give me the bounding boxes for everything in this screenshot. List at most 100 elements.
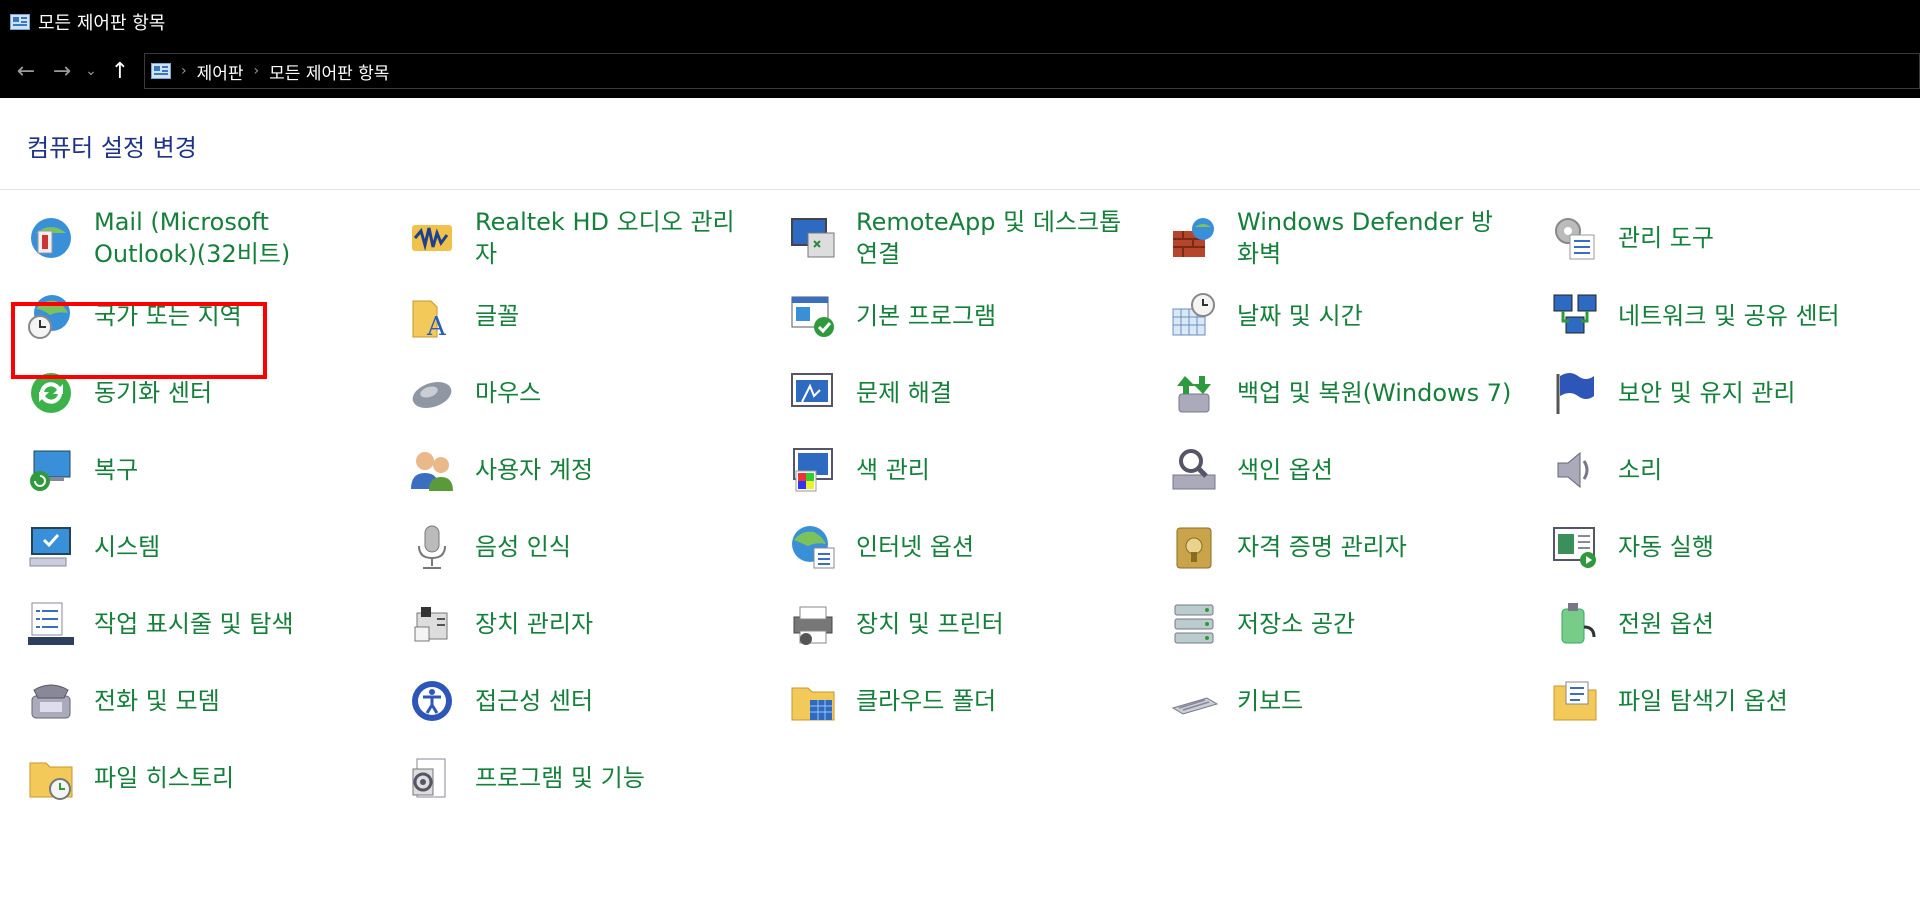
- address-bar: ← → ⌄ ↑ › 제어판 › 모든 제어판 항목: [0, 44, 1920, 98]
- user-accounts-icon: [407, 445, 457, 495]
- breadcrumb-control-panel[interactable]: 제어판: [197, 59, 244, 84]
- control-panel-item[interactable]: 키보드: [1143, 667, 1513, 735]
- control-panel-item[interactable]: 마우스: [381, 359, 751, 427]
- control-panel-item-label[interactable]: 시스템: [94, 531, 160, 563]
- control-panel-item[interactable]: 프로그램 및 기능: [381, 744, 751, 812]
- keyboard-icon: [1169, 676, 1219, 726]
- control-panel-item-label[interactable]: Windows Defender 방화벽: [1237, 206, 1513, 270]
- internet-options-icon: [788, 522, 838, 572]
- network-icon: [1550, 291, 1600, 341]
- control-panel-item[interactable]: 날짜 및 시간: [1143, 282, 1513, 350]
- control-panel-item[interactable]: 전원 옵션: [1524, 590, 1894, 658]
- control-panel-item-label[interactable]: 마우스: [475, 377, 541, 409]
- control-panel-item[interactable]: 장치 및 프린터: [762, 590, 1132, 658]
- control-panel-item[interactable]: Realtek HD 오디오 관리자: [381, 204, 751, 272]
- control-panel-item-label[interactable]: 관리 도구: [1618, 222, 1714, 254]
- remote-desktop-icon: [788, 213, 838, 263]
- control-panel-item-label[interactable]: 저장소 공간: [1237, 608, 1355, 640]
- recovery-icon: [26, 445, 76, 495]
- control-panel-item-label[interactable]: 파일 탐색기 옵션: [1618, 685, 1788, 717]
- control-panel-item-label[interactable]: 문제 해결: [856, 377, 952, 409]
- recent-locations-chevron-icon[interactable]: ⌄: [80, 53, 102, 89]
- control-panel-item-label[interactable]: 기본 프로그램: [856, 300, 996, 332]
- control-panel-item[interactable]: 자격 증명 관리자: [1143, 513, 1513, 581]
- control-panel-item-label[interactable]: 음성 인식: [475, 531, 571, 563]
- control-panel-item[interactable]: 동기화 센터: [0, 359, 370, 427]
- control-panel-item-label[interactable]: 접근성 센터: [475, 685, 593, 717]
- control-panel-item[interactable]: 파일 탐색기 옵션: [1524, 667, 1894, 735]
- forward-arrow-icon[interactable]: →: [44, 53, 80, 89]
- control-panel-item-label[interactable]: 날짜 및 시간: [1237, 300, 1363, 332]
- control-panel-item[interactable]: Windows Defender 방화벽: [1143, 204, 1513, 272]
- control-panel-item-label[interactable]: 국가 또는 지역: [94, 300, 242, 332]
- control-panel-item-label[interactable]: 장치 관리자: [475, 608, 593, 640]
- control-panel-item[interactable]: 클라우드 폴더: [762, 667, 1132, 735]
- control-panel-item[interactable]: 장치 관리자: [381, 590, 751, 658]
- control-panel-item-label[interactable]: 백업 및 복원(Windows 7): [1237, 377, 1511, 409]
- control-panel-item[interactable]: RemoteApp 및 데스크톱 연결: [762, 204, 1132, 272]
- control-panel-item-label[interactable]: 키보드: [1237, 685, 1303, 717]
- control-panel-item[interactable]: 자동 실행: [1524, 513, 1894, 581]
- control-panel-item-label[interactable]: 사용자 계정: [475, 454, 593, 486]
- control-panel-item[interactable]: Mail (Microsoft Outlook)(32비트): [0, 204, 370, 272]
- control-panel-item-label[interactable]: 자동 실행: [1618, 531, 1714, 563]
- address-field[interactable]: › 제어판 › 모든 제어판 항목: [144, 53, 1920, 89]
- control-panel-item[interactable]: 보안 및 유지 관리: [1524, 359, 1894, 427]
- control-panel-item[interactable]: 네트워크 및 공유 센터: [1524, 282, 1894, 350]
- control-panel-item[interactable]: 색인 옵션: [1143, 436, 1513, 504]
- up-arrow-icon[interactable]: ↑: [102, 53, 138, 89]
- accessibility-icon: [407, 676, 457, 726]
- control-panel-item-label[interactable]: 작업 표시줄 및 탐색: [94, 608, 294, 640]
- control-panel-item-label[interactable]: 복구: [94, 454, 138, 486]
- control-panel-item[interactable]: 작업 표시줄 및 탐색: [0, 590, 370, 658]
- control-panel-item-label[interactable]: Realtek HD 오디오 관리자: [475, 206, 751, 270]
- control-panel-item-label[interactable]: 프로그램 및 기능: [475, 762, 645, 794]
- window-title: 모든 제어판 항목: [38, 13, 166, 34]
- control-panel-item-label[interactable]: 파일 히스토리: [94, 762, 234, 794]
- control-panel-item-label[interactable]: 보안 및 유지 관리: [1618, 377, 1795, 409]
- control-panel-item-label[interactable]: 네트워크 및 공유 센터: [1618, 300, 1840, 332]
- control-panel-item[interactable]: 복구: [0, 436, 370, 504]
- control-panel-item[interactable]: 기본 프로그램: [762, 282, 1132, 350]
- control-panel-item-label[interactable]: RemoteApp 및 데스크톱 연결: [856, 206, 1132, 270]
- control-panel-item[interactable]: 관리 도구: [1524, 204, 1894, 272]
- control-panel-item-label[interactable]: 글꼴: [475, 300, 519, 332]
- fonts-icon: A: [407, 291, 457, 341]
- svg-text:A: A: [426, 312, 447, 341]
- control-panel-item[interactable]: 시스템: [0, 513, 370, 581]
- autoplay-icon: [1550, 522, 1600, 572]
- control-panel-item[interactable]: 음성 인식: [381, 513, 751, 581]
- control-panel-item-label[interactable]: 색인 옵션: [1237, 454, 1333, 486]
- control-panel-item-label[interactable]: 전화 및 모뎀: [94, 685, 220, 717]
- back-arrow-icon[interactable]: ←: [8, 53, 44, 89]
- control-panel-item[interactable]: 색 관리: [762, 436, 1132, 504]
- control-panel-item-label[interactable]: 클라우드 폴더: [856, 685, 996, 717]
- control-panel-item[interactable]: 저장소 공간: [1143, 590, 1513, 658]
- mail-icon: [26, 213, 76, 263]
- control-panel-item[interactable]: 백업 및 복원(Windows 7): [1143, 359, 1513, 427]
- control-panel-item-label[interactable]: 소리: [1618, 454, 1662, 486]
- control-panel-item-label[interactable]: 인터넷 옵션: [856, 531, 974, 563]
- control-panel-item[interactable]: 전화 및 모뎀: [0, 667, 370, 735]
- control-panel-item[interactable]: 문제 해결: [762, 359, 1132, 427]
- control-panel-item[interactable]: 소리: [1524, 436, 1894, 504]
- control-panel-item-label[interactable]: 전원 옵션: [1618, 608, 1714, 640]
- speech-icon: [407, 522, 457, 572]
- folder-options-icon: [1550, 676, 1600, 726]
- control-panel-item[interactable]: 파일 히스토리: [0, 744, 370, 812]
- control-panel-item[interactable]: 국가 또는 지역: [0, 282, 370, 350]
- control-panel-item-label[interactable]: 장치 및 프린터: [856, 608, 1004, 640]
- control-panel-item-label[interactable]: 동기화 센터: [94, 377, 212, 409]
- control-panel-item-label[interactable]: 자격 증명 관리자: [1237, 531, 1407, 563]
- printer-icon: [788, 599, 838, 649]
- control-panel-item[interactable]: 접근성 센터: [381, 667, 751, 735]
- control-panel-item-label[interactable]: Mail (Microsoft Outlook)(32비트): [94, 206, 370, 270]
- control-panel-item[interactable]: 사용자 계정: [381, 436, 751, 504]
- taskbar-icon: [26, 599, 76, 649]
- default-programs-icon: [788, 291, 838, 341]
- system-icon: [26, 522, 76, 572]
- breadcrumb-all-items[interactable]: 모든 제어판 항목: [269, 59, 389, 84]
- control-panel-item-label[interactable]: 색 관리: [856, 454, 930, 486]
- control-panel-item[interactable]: A 글꼴: [381, 282, 751, 350]
- control-panel-item[interactable]: 인터넷 옵션: [762, 513, 1132, 581]
